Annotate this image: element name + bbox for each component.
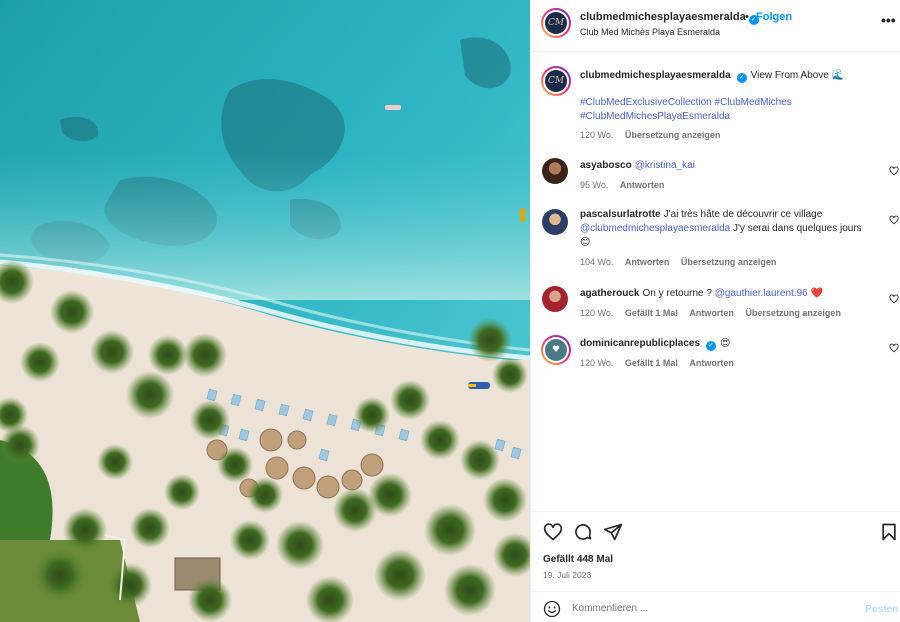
like-comment-heart-icon[interactable]	[889, 215, 899, 225]
reply-button[interactable]: Antworten	[620, 180, 665, 190]
comment-body: asyabosco @kristina_kai 95 Wo. Antworten	[580, 159, 870, 192]
comment-username[interactable]: pascalsurlatrotte	[580, 209, 661, 220]
comment-text: On y retourne ?	[642, 288, 712, 299]
post-date: 19. Juli 2023	[543, 570, 592, 580]
author-username-text[interactable]: clubmedmichesplayaesmeralda	[580, 11, 746, 23]
comment-emoji: 😍	[720, 338, 731, 349]
author-avatar[interactable]: CM	[541, 8, 571, 38]
comment-time: 104 Wo.	[580, 257, 614, 267]
caption-body: clubmedmichesplayaesmeralda ✓ View From Ab…	[580, 69, 870, 142]
likes-count[interactable]: Gefällt 448 Mal	[543, 554, 613, 565]
comment-avatar[interactable]	[542, 158, 568, 184]
comment-emoji: 😊	[580, 237, 591, 248]
aerial-beach-image	[0, 0, 530, 622]
post-photo[interactable]	[0, 0, 530, 622]
comment-body: dominicanrepublicplaces ✓ 😍 120 Wo. Gefäll…	[580, 337, 870, 370]
comment-username[interactable]: asyabosco	[580, 160, 632, 171]
comment-time: 120 Wo.	[580, 308, 614, 318]
caption-time: 120 Wo.	[580, 130, 614, 140]
post-header: CM clubmedmichesplayaesmeralda ✓ • Folgen…	[531, 0, 900, 52]
save-bookmark-icon[interactable]	[879, 522, 899, 542]
comment-bubble-icon[interactable]	[573, 522, 593, 542]
location-link[interactable]: Club Med Michès Playa Esmeralda	[580, 27, 720, 37]
translate-link[interactable]: Übersetzung anzeigen	[681, 257, 777, 267]
caption-hashtags-2[interactable]: #ClubMedMichesPlayaEsmeralda	[580, 111, 730, 122]
share-paper-plane-icon[interactable]	[603, 522, 623, 542]
comment-mention[interactable]: @gauthier.laurent.96	[715, 288, 808, 299]
comment-text: J'ai très hâte de découvrir ce village	[663, 209, 823, 220]
comment-avatar[interactable]	[542, 209, 568, 235]
caption-text: View From Above 🌊	[750, 70, 845, 81]
caption-avatar[interactable]: CM	[541, 66, 571, 96]
comment-body: pascalsurlatrotte J'ai très hâte de décou…	[580, 208, 870, 269]
avatar-logo: CM	[545, 12, 567, 34]
comment-body: agatherouck On y retourne ? @gauthier.lau…	[580, 287, 870, 320]
comment-time: 95 Wo.	[580, 180, 609, 190]
comments-list[interactable]: CM clubmedmichesplayaesmeralda ✓ View From…	[531, 53, 900, 511]
comment-username[interactable]: agatherouck	[580, 288, 639, 299]
comment-avatar[interactable]	[542, 286, 568, 312]
caption-username[interactable]: clubmedmichesplayaesmeralda	[580, 70, 731, 81]
comment-avatar[interactable]: ♥	[541, 335, 571, 365]
comment-likes[interactable]: Gefällt 1 Mal	[625, 358, 678, 368]
translate-link[interactable]: Übersetzung anzeigen	[745, 308, 841, 318]
comment-text-after: J'y serai dans quelques jours	[733, 223, 862, 234]
comment-mention[interactable]: @kristina_kai	[635, 160, 695, 171]
reply-button[interactable]: Antworten	[689, 358, 734, 368]
caption-avatar-logo: CM	[545, 70, 567, 92]
comment-time: 120 Wo.	[580, 358, 614, 368]
caption-hashtags-1[interactable]: #ClubMedExclusiveCollection #ClubMedMich…	[580, 97, 792, 108]
like-comment-heart-icon[interactable]	[889, 294, 899, 304]
like-comment-heart-icon[interactable]	[889, 166, 899, 176]
action-bar: Gefällt 448 Mal 19. Juli 2023	[531, 511, 900, 591]
emoji-smiley-icon[interactable]	[543, 600, 561, 618]
comment-username[interactable]: dominicanrepublicplaces	[580, 338, 700, 349]
comment-likes[interactable]: Gefällt 1 Mal	[625, 308, 678, 318]
author-username[interactable]: clubmedmichesplayaesmeralda ✓	[580, 11, 759, 25]
post-detail-panel: CM clubmedmichesplayaesmeralda ✓ • Folgen…	[530, 0, 900, 622]
post-button[interactable]: Posten	[865, 604, 898, 615]
location-pin-icon: ♥	[545, 339, 567, 361]
like-comment-heart-icon[interactable]	[889, 343, 899, 353]
like-heart-icon[interactable]	[543, 522, 563, 542]
caption-translate-link[interactable]: Übersetzung anzeigen	[625, 130, 721, 140]
reply-button[interactable]: Antworten	[689, 308, 734, 318]
comment-input[interactable]	[572, 599, 852, 617]
comment-mention[interactable]: @clubmedmichesplayaesmeralda	[580, 223, 730, 234]
separator-dot: •	[745, 11, 749, 23]
comment-composer: Posten	[531, 591, 900, 622]
reply-button[interactable]: Antworten	[625, 257, 670, 267]
comment-verified-icon: ✓	[706, 341, 717, 351]
more-options-icon[interactable]: •••	[881, 12, 896, 28]
follow-button[interactable]: Folgen	[756, 11, 792, 23]
comment-emoji: ❤️	[810, 288, 823, 299]
caption-verified-icon: ✓	[736, 73, 747, 83]
